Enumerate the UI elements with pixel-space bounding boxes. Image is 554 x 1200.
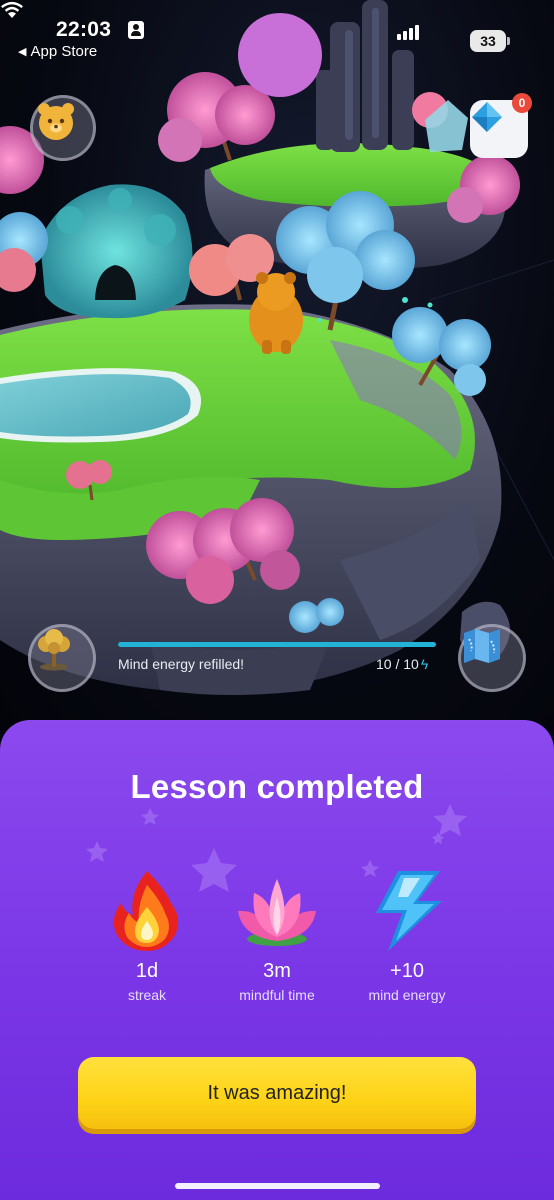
tree-garden-button[interactable] — [28, 624, 96, 692]
streak-stat: 1d streak — [77, 866, 217, 1003]
wifi-icon — [1, 1, 23, 18]
mind-energy-progress-fill — [118, 642, 436, 647]
mind-energy-progress-bar — [118, 642, 436, 647]
cellular-signal-icon — [397, 24, 419, 40]
back-triangle-icon: ◀ — [18, 46, 27, 58]
bear-avatar-icon — [38, 103, 74, 140]
home-indicator[interactable] — [175, 1183, 380, 1189]
mindful-time-stat: 3m mindful time — [207, 866, 347, 1003]
lightning-icon — [376, 871, 442, 951]
mind-energy-value: +10 — [390, 960, 424, 982]
mind-energy-label: mind energy — [368, 987, 446, 1003]
mindful-time-value: 3m — [263, 960, 291, 982]
back-app-label: App Store — [30, 43, 98, 60]
gem-count-badge: 0 — [512, 93, 532, 113]
lotus-icon — [238, 879, 316, 946]
status-time: 22:03 — [56, 18, 112, 41]
person-icon — [128, 21, 144, 39]
golden-tree-icon — [38, 629, 70, 671]
game-scene[interactable]: 22:03 ◀ App Store 33 0 Mind energy refil… — [0, 0, 554, 730]
mindful-time-label: mindful time — [239, 987, 315, 1003]
mind-energy-status: Mind energy refilled! — [118, 656, 245, 672]
it-was-amazing-button[interactable]: It was amazing! — [78, 1057, 476, 1129]
streak-value: 1d — [135, 960, 159, 982]
bear-profile-button[interactable] — [30, 95, 96, 161]
battery-indicator: 33 — [470, 30, 510, 52]
mind-energy-stat: +10 mind energy — [337, 866, 477, 1003]
back-to-app-link[interactable]: ◀ App Store — [18, 43, 97, 60]
status-bar: 22:03 ◀ App Store 33 — [0, 0, 554, 70]
lesson-completed-title: Lesson completed — [130, 768, 424, 805]
mind-energy-count-text: 10 / 10 — [376, 656, 419, 672]
mind-energy-counter: 10 / 10 ϟ — [376, 656, 428, 672]
diamond-icon — [472, 102, 502, 132]
streak-label: streak — [127, 987, 167, 1003]
map-icon — [464, 629, 500, 663]
world-map-button[interactable] — [458, 624, 526, 692]
lightning-small-icon: ϟ — [420, 656, 429, 672]
lesson-completed-sheet: Lesson completed 1d streak 3m mindful ti… — [0, 720, 554, 1200]
fire-icon — [113, 871, 179, 951]
